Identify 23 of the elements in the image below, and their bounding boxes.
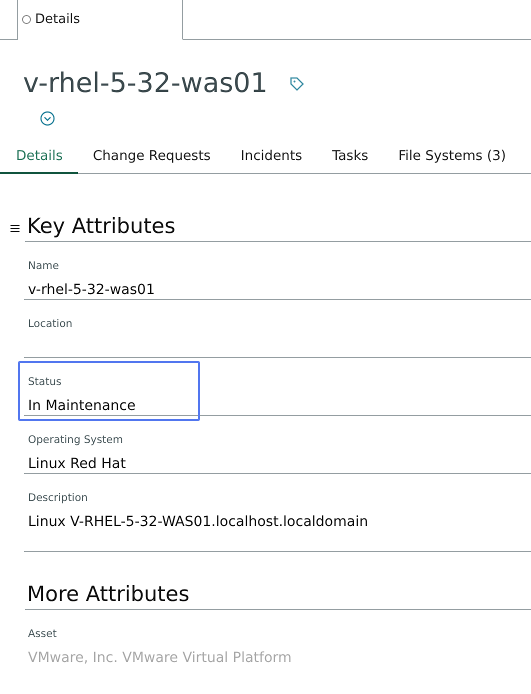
menu-icon[interactable] bbox=[10, 224, 20, 232]
tab[interactable]: Change Requests bbox=[78, 142, 226, 174]
field-value: Linux V-RHEL-5-32-WAS01.localhost.localdomain bbox=[28, 514, 370, 530]
field-label: Operating System bbox=[28, 434, 123, 446]
field-label: Description bbox=[28, 492, 88, 504]
field-label: Location bbox=[28, 318, 72, 330]
section-heading: More Attributes bbox=[25, 582, 531, 610]
field-value: v-rhel-5-32-was01 bbox=[28, 282, 156, 298]
tab[interactable]: Incidents bbox=[226, 142, 318, 174]
page-title: v-rhel-5-32-was01 bbox=[23, 68, 268, 99]
field-value: Linux Red Hat bbox=[28, 456, 127, 472]
field-label: Name bbox=[28, 260, 59, 272]
page-tab[interactable]: Details bbox=[18, 0, 183, 40]
tab[interactable]: Tasks bbox=[317, 142, 384, 174]
tab[interactable]: File Systems (3) bbox=[383, 142, 521, 174]
field-value: In Maintenance bbox=[28, 398, 137, 414]
field-label: Status bbox=[28, 376, 62, 388]
field-value: VMware, Inc. VMware Virtual Platform bbox=[28, 650, 293, 666]
tab[interactable]: Details bbox=[0, 142, 78, 174]
expand-icon[interactable] bbox=[40, 111, 55, 126]
field-label: Asset bbox=[28, 628, 57, 640]
section-heading: Key Attributes bbox=[25, 214, 531, 242]
tag-icon[interactable] bbox=[290, 76, 304, 90]
